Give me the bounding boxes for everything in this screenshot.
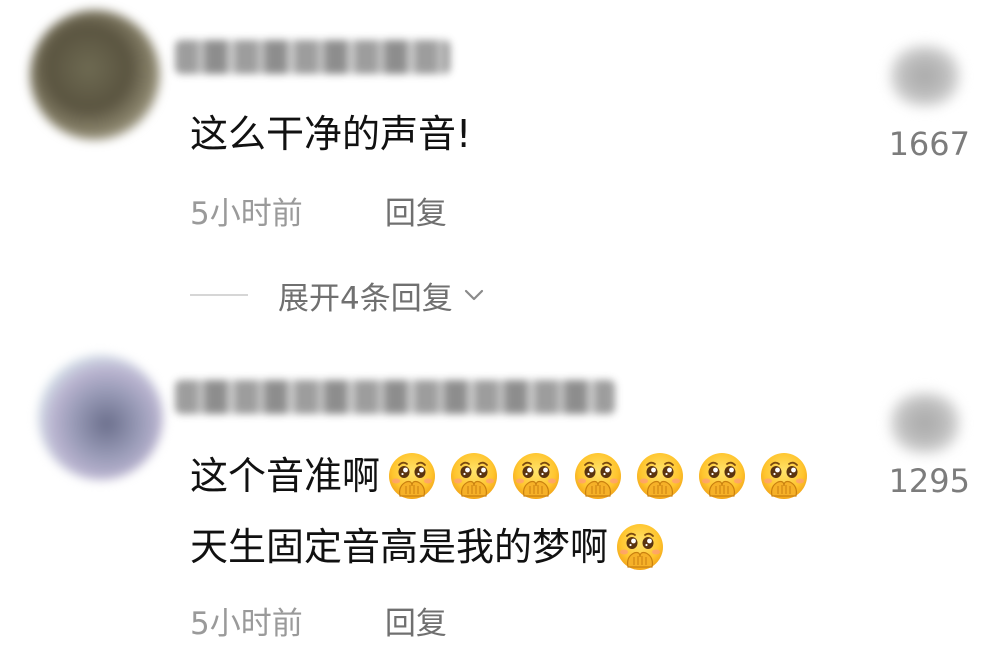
avatar[interactable] (30, 10, 160, 140)
comment-time: 5小时前 (190, 606, 303, 642)
emoji-row (386, 450, 820, 502)
comment-meta: 5小时前 回复 (190, 188, 447, 233)
like-icon[interactable] (890, 45, 960, 107)
comment-text-line: 天生固定音高是我的梦啊 (190, 521, 676, 573)
avatar[interactable] (38, 355, 163, 480)
expand-replies-button[interactable]: 展开4条回复 (278, 273, 453, 318)
divider-line (190, 294, 248, 296)
reply-button[interactable]: 回复 (385, 606, 447, 642)
emoji-row (614, 521, 676, 573)
like-count: 1295 (888, 462, 970, 500)
pleading-face-emoji-icon (572, 450, 624, 502)
pleading-face-emoji-icon (696, 450, 748, 502)
comment-text: 这么干净的声音! (190, 112, 472, 156)
pleading-face-emoji-icon (448, 450, 500, 502)
like-count: 1667 (888, 125, 970, 163)
comment-text: 天生固定音高是我的梦啊 (190, 525, 609, 569)
username-blurred[interactable] (175, 40, 450, 74)
comment-meta: 5小时前 回复 (190, 598, 447, 643)
expand-replies-row[interactable]: 展开4条回复 (190, 273, 485, 317)
comment-text-line: 这个音准啊 (190, 450, 820, 502)
username-blurred[interactable] (175, 380, 615, 414)
pleading-face-emoji-icon (634, 450, 686, 502)
chevron-down-icon (464, 289, 483, 301)
like-icon[interactable] (890, 392, 960, 454)
pleading-face-emoji-icon (510, 450, 562, 502)
reply-button[interactable]: 回复 (385, 196, 447, 232)
comment-text: 这个音准啊 (190, 454, 381, 498)
pleading-face-emoji-icon (758, 450, 810, 502)
comment-time: 5小时前 (190, 196, 303, 232)
pleading-face-emoji-icon (614, 521, 666, 573)
pleading-face-emoji-icon (386, 450, 438, 502)
